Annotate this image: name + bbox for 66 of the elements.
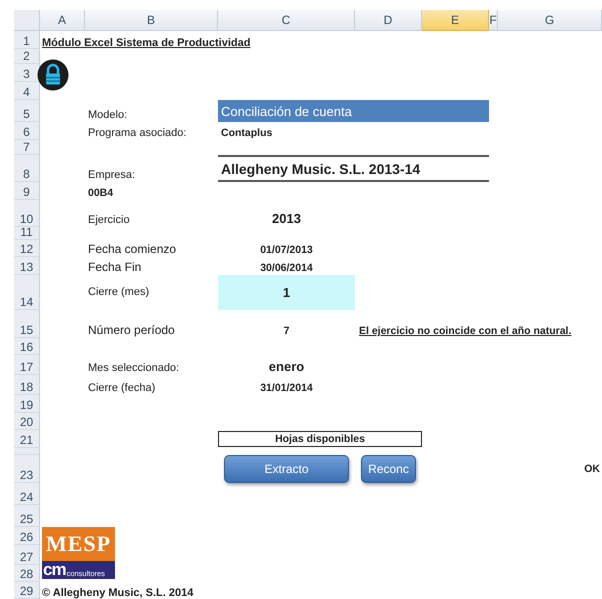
- row-header[interactable]: 21: [14, 430, 40, 448]
- company-code: 00B4: [87, 187, 114, 200]
- field-label: Número período: [87, 323, 176, 338]
- column-header[interactable]: C: [218, 10, 355, 31]
- end-date: 30/06/2014: [259, 262, 314, 275]
- field-label: Cierre (fecha): [87, 382, 156, 395]
- selected-month: enero: [268, 359, 306, 375]
- sheet-button[interactable]: Extracto: [224, 455, 349, 483]
- company-value: Allegheny Music. S.L. 2013-14: [218, 155, 489, 182]
- column-header[interactable]: F: [489, 10, 498, 31]
- closing-date: 31/01/2014: [259, 382, 314, 395]
- row-header[interactable]: 8: [14, 155, 40, 182]
- row-header[interactable]: 6: [14, 122, 40, 140]
- field-label: Ejercicio: [87, 214, 131, 227]
- field-label: Fecha Fin: [87, 260, 142, 275]
- row-header[interactable]: 5: [14, 100, 40, 122]
- period-number: 7: [282, 325, 290, 338]
- start-date: 01/07/2013: [259, 244, 314, 257]
- row-header[interactable]: 11: [14, 227, 40, 240]
- row-header[interactable]: 4: [14, 82, 40, 100]
- row-header[interactable]: 25: [14, 505, 40, 527]
- row-header[interactable]: 19: [14, 395, 40, 413]
- year-value: 2013: [271, 211, 302, 227]
- closing-month-cell[interactable]: 1: [218, 275, 355, 310]
- column-header[interactable]: A: [40, 10, 85, 31]
- sheets-heading: Hojas disponibles: [218, 431, 422, 447]
- row-header[interactable]: 13: [14, 257, 40, 275]
- row-header[interactable]: 29: [14, 582, 40, 599]
- field-label: Empresa:: [87, 169, 136, 182]
- row-header[interactable]: 14: [14, 275, 40, 310]
- row-header[interactable]: 24: [14, 483, 40, 505]
- column-header[interactable]: B: [85, 10, 218, 31]
- row-header[interactable]: 23: [14, 455, 40, 483]
- status-text: OK: [584, 463, 601, 475]
- column-header[interactable]: E: [422, 10, 489, 31]
- warning-note: El ejercicio no coincide con el año natural.: [358, 325, 572, 338]
- row-header[interactable]: 2: [14, 49, 40, 64]
- row-header[interactable]: 12: [14, 240, 40, 257]
- field-label: Programa asociado:: [87, 127, 188, 140]
- row-header[interactable]: 10: [14, 200, 40, 227]
- model-value: Conciliación de cuenta: [218, 100, 489, 122]
- row-header[interactable]: 26: [14, 527, 40, 545]
- row-header[interactable]: 9: [14, 182, 40, 200]
- row-header[interactable]: 15: [14, 310, 40, 338]
- column-header[interactable]: G: [498, 10, 602, 31]
- row-header[interactable]: 18: [14, 375, 40, 395]
- row-header[interactable]: [14, 448, 40, 455]
- row-header[interactable]: 3: [14, 64, 40, 82]
- field-label: Modelo:: [87, 109, 128, 122]
- program-value: Contaplus: [220, 127, 274, 140]
- column-header[interactable]: D: [355, 10, 422, 31]
- row-header[interactable]: 1: [14, 31, 40, 49]
- sheet-button[interactable]: Reconc: [361, 455, 416, 483]
- row-header[interactable]: 17: [14, 355, 40, 375]
- lock-icon[interactable]: [37, 58, 69, 90]
- row-header[interactable]: 20: [14, 413, 40, 430]
- select-all-corner[interactable]: [14, 10, 40, 31]
- field-label: Mes seleccionado:: [87, 362, 180, 375]
- copyright-text: © Allegheny Music, S.L. 2014: [41, 587, 194, 599]
- field-label: Fecha comienzo: [87, 242, 178, 257]
- row-header[interactable]: 16: [14, 338, 40, 355]
- row-header[interactable]: 7: [14, 140, 40, 155]
- row-header[interactable]: 28: [14, 565, 40, 582]
- row-header[interactable]: 27: [14, 545, 40, 565]
- sheet-title: Módulo Excel Sistema de Productividad: [41, 37, 252, 49]
- field-label: Cierre (mes): [87, 286, 150, 299]
